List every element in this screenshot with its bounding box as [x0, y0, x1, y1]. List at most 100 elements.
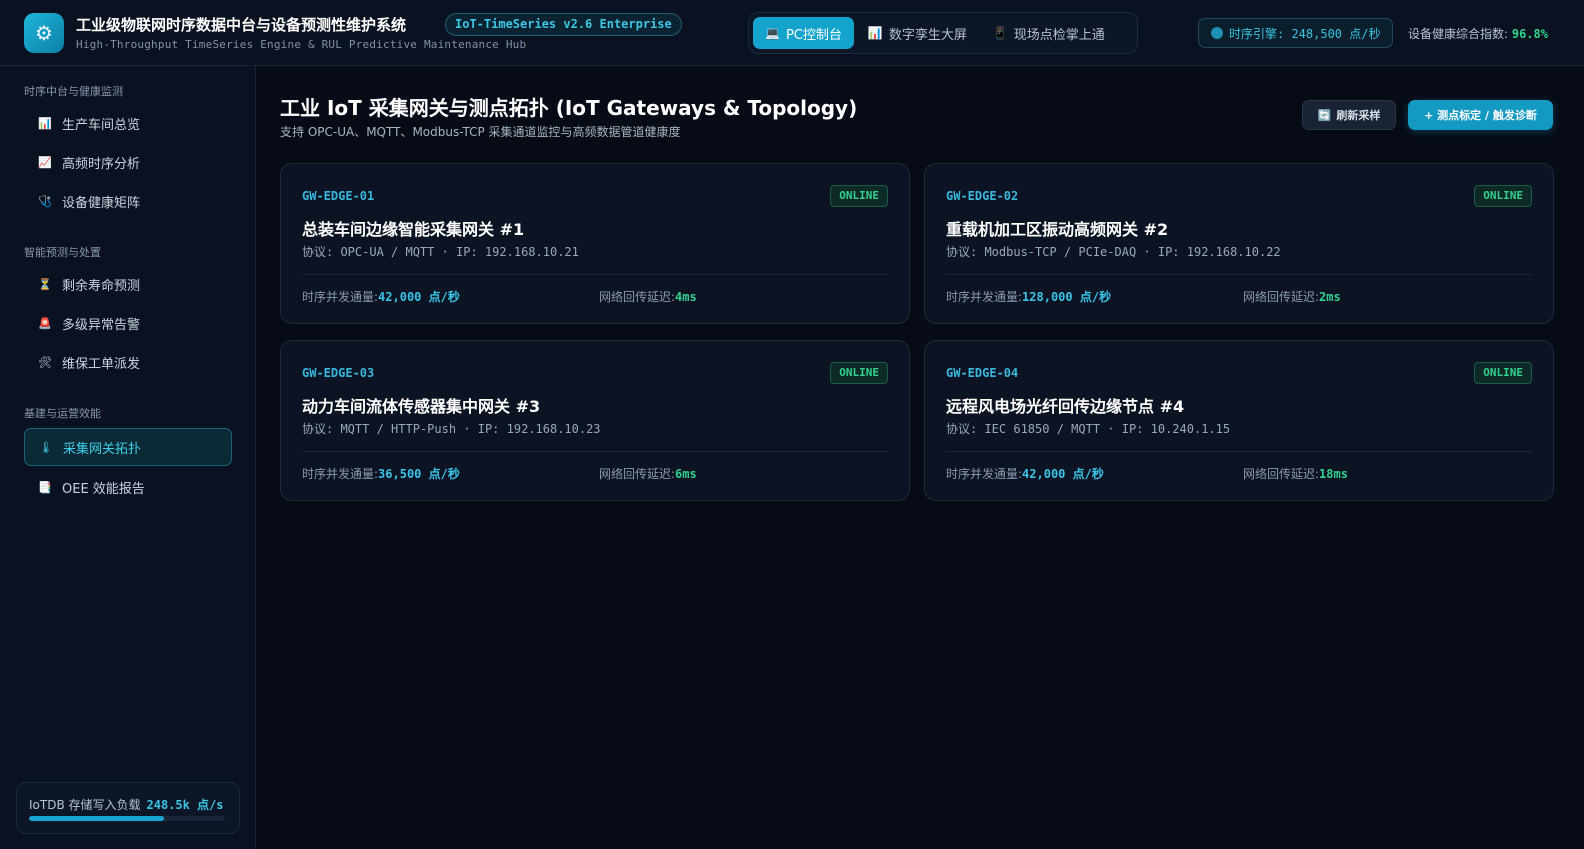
storage-load-title: IoTDB 存储写入负载 — [29, 798, 141, 812]
throughput-value: 128,000 点/秒 — [1022, 290, 1112, 304]
throughput-value: 36,500 点/秒 — [378, 467, 460, 481]
tab-pc-console[interactable]: 💻 PC控制台 — [753, 17, 854, 49]
gear-icon: ⚙ — [24, 13, 64, 53]
gateway-throughput: 时序并发通量:36,500 点/秒 — [302, 465, 460, 482]
sidebar-item-label: OEE 效能报告 — [62, 481, 145, 497]
latency-label: 网络回传延迟: — [599, 467, 676, 481]
app-subtitle: High-Throughput TimeSeries Engine & RUL … — [76, 38, 527, 51]
calibrate-diagnose-button[interactable]: + 测点标定 / 触发诊断 — [1408, 100, 1553, 130]
divider — [302, 274, 888, 275]
tab-mobile-inspection[interactable]: 📱 现场点检掌上通 — [981, 17, 1117, 49]
gateway-latency: 网络回传延迟:6ms — [599, 465, 697, 482]
sidebar-item-label: 高频时序分析 — [62, 156, 141, 172]
throughput-value: 42,000 点/秒 — [378, 290, 460, 304]
gateway-card[interactable]: GW-EDGE-02 ONLINE 重载机加工区振动高频网关 #2 协议: Mo… — [924, 163, 1554, 324]
gateway-card[interactable]: GW-EDGE-04 ONLINE 远程风电场光纤回传边缘节点 #4 协议: I… — [924, 340, 1554, 501]
engine-rate-text: 时序引擎: 248,500 点/秒 — [1229, 26, 1381, 41]
sidebar-item-overview[interactable]: 📊 生产车间总览 — [24, 104, 232, 142]
health-index: 设备健康综合指数: 96.8% — [1408, 25, 1548, 42]
stethoscope-icon: 🩺 — [38, 194, 52, 208]
gateway-card[interactable]: GW-EDGE-03 ONLINE 动力车间流体传感器集中网关 #3 协议: M… — [280, 340, 910, 501]
sidebar-item-label: 设备健康矩阵 — [62, 195, 141, 211]
page-subtitle: 支持 OPC-UA、MQTT、Modbus-TCP 采集通道监控与高频数据管道健… — [280, 125, 681, 139]
storage-load-bar — [29, 816, 225, 821]
sidebar-item-label: 多级异常告警 — [62, 317, 141, 333]
version-badge: IoT-TimeSeries v2.6 Enterprise — [445, 13, 682, 36]
sidebar-item-label: 生产车间总览 — [62, 117, 141, 133]
tab-digital-twin[interactable]: 📊 数字孪生大屏 — [856, 17, 979, 49]
latency-label: 网络回传延迟: — [1243, 467, 1320, 481]
status-badge: ONLINE — [1474, 362, 1532, 384]
app-title: 工业级物联网时序数据中台与设备预测性维护系统 — [76, 16, 407, 34]
status-badge: ONLINE — [1474, 185, 1532, 207]
latency-value: 6ms — [675, 467, 697, 481]
view-switcher: 💻 PC控制台 📊 数字孪生大屏 📱 现场点检掌上通 — [748, 12, 1138, 54]
sidebar-section-title: 时序中台与健康监测 — [24, 85, 123, 98]
sidebar-item-oee-report[interactable]: 📑 OEE 效能报告 — [24, 468, 232, 506]
gateway-protocol: 协议: Modbus-TCP / PCIe-DAQ · IP: 192.168.… — [946, 245, 1281, 259]
divider — [946, 451, 1532, 452]
latency-label: 网络回传延迟: — [599, 290, 676, 304]
laptop-icon: 💻 — [765, 26, 780, 40]
gateway-latency: 网络回传延迟:2ms — [1243, 288, 1341, 305]
storage-load-fill — [29, 816, 165, 821]
latency-label: 网络回传延迟: — [1243, 290, 1320, 304]
storage-load-card: IoTDB 存储写入负载 248.5k 点/s — [16, 782, 240, 834]
status-dot-icon — [1211, 27, 1223, 39]
gateway-latency: 网络回传延迟:18ms — [1243, 465, 1348, 482]
tab-label: PC控制台 — [785, 27, 842, 43]
sidebar-item-label: 剩余寿命预测 — [62, 278, 141, 294]
sidebar-item-gateway-topology[interactable]: 🌡 采集网关拓扑 — [24, 428, 232, 466]
chart-icon: 📊 — [38, 116, 52, 130]
tab-label: 数字孪生大屏 — [888, 27, 967, 43]
health-index-value: 96.8% — [1511, 27, 1548, 41]
latency-value: 2ms — [1319, 290, 1341, 304]
gateway-throughput: 时序并发通量:42,000 点/秒 — [302, 288, 460, 305]
refresh-button[interactable]: 🔄 刷新采样 — [1302, 100, 1396, 130]
storage-load-label: IoTDB 存储写入负载 248.5k 点/s — [29, 796, 224, 813]
latency-value: 4ms — [675, 290, 697, 304]
bar-chart-icon: 📊 — [867, 26, 883, 40]
divider — [946, 274, 1532, 275]
sidebar-item-timeseries[interactable]: 📈 高频时序分析 — [24, 143, 232, 181]
engine-rate-badge: 时序引擎: 248,500 点/秒 — [1198, 18, 1394, 48]
throughput-label: 时序并发通量: — [302, 290, 379, 304]
gateway-id: GW-EDGE-01 — [302, 189, 375, 203]
sidebar: 时序中台与健康监测 📊 生产车间总览 📈 高频时序分析 🩺 设备健康矩阵 智能预… — [0, 66, 256, 849]
gateway-card[interactable]: GW-EDGE-01 ONLINE 总装车间边缘智能采集网关 #1 协议: OP… — [280, 163, 910, 324]
thermometer-icon: 🌡 — [39, 440, 53, 454]
sidebar-item-health-matrix[interactable]: 🩺 设备健康矩阵 — [24, 182, 232, 220]
trend-icon: 📈 — [38, 155, 52, 169]
sidebar-item-rul[interactable]: ⏳ 剩余寿命预测 — [24, 265, 232, 303]
sidebar-item-label: 维保工单派发 — [62, 356, 141, 372]
gateway-latency: 网络回传延迟:4ms — [599, 288, 697, 305]
gateway-protocol: 协议: MQTT / HTTP-Push · IP: 192.168.10.23 — [302, 422, 601, 436]
siren-icon: 🚨 — [38, 316, 52, 330]
status-badge: ONLINE — [830, 362, 888, 384]
throughput-label: 时序并发通量: — [946, 467, 1023, 481]
latency-value: 18ms — [1319, 467, 1348, 481]
tools-icon: 🛠 — [38, 355, 52, 369]
health-index-label: 设备健康综合指数: — [1408, 27, 1512, 41]
gateway-id: GW-EDGE-04 — [946, 366, 1019, 380]
sidebar-item-label: 采集网关拓扑 — [63, 441, 142, 457]
sidebar-item-work-orders[interactable]: 🛠 维保工单派发 — [24, 343, 232, 381]
gateway-name: 远程风电场光纤回传边缘节点 #4 — [946, 397, 1185, 416]
gateway-name: 重载机加工区振动高频网关 #2 — [946, 220, 1169, 239]
sidebar-item-alarms[interactable]: 🚨 多级异常告警 — [24, 304, 232, 342]
gateway-id: GW-EDGE-03 — [302, 366, 375, 380]
refresh-icon: 🔄 — [1317, 108, 1332, 122]
tab-label: 现场点检掌上通 — [1013, 27, 1105, 43]
divider — [302, 451, 888, 452]
gateway-name: 动力车间流体传感器集中网关 #3 — [302, 397, 541, 416]
gateway-id: GW-EDGE-02 — [946, 189, 1019, 203]
throughput-label: 时序并发通量: — [302, 467, 379, 481]
status-badge: ONLINE — [830, 185, 888, 207]
gateway-throughput: 时序并发通量:128,000 点/秒 — [946, 288, 1111, 305]
top-header: ⚙ 工业级物联网时序数据中台与设备预测性维护系统 IoT-TimeSeries … — [0, 0, 1584, 66]
report-icon: 📑 — [38, 480, 52, 494]
hourglass-icon: ⏳ — [38, 277, 52, 291]
storage-load-value: 248.5k 点/s — [146, 798, 224, 812]
refresh-button-label: 刷新采样 — [1336, 109, 1381, 122]
throughput-label: 时序并发通量: — [946, 290, 1023, 304]
